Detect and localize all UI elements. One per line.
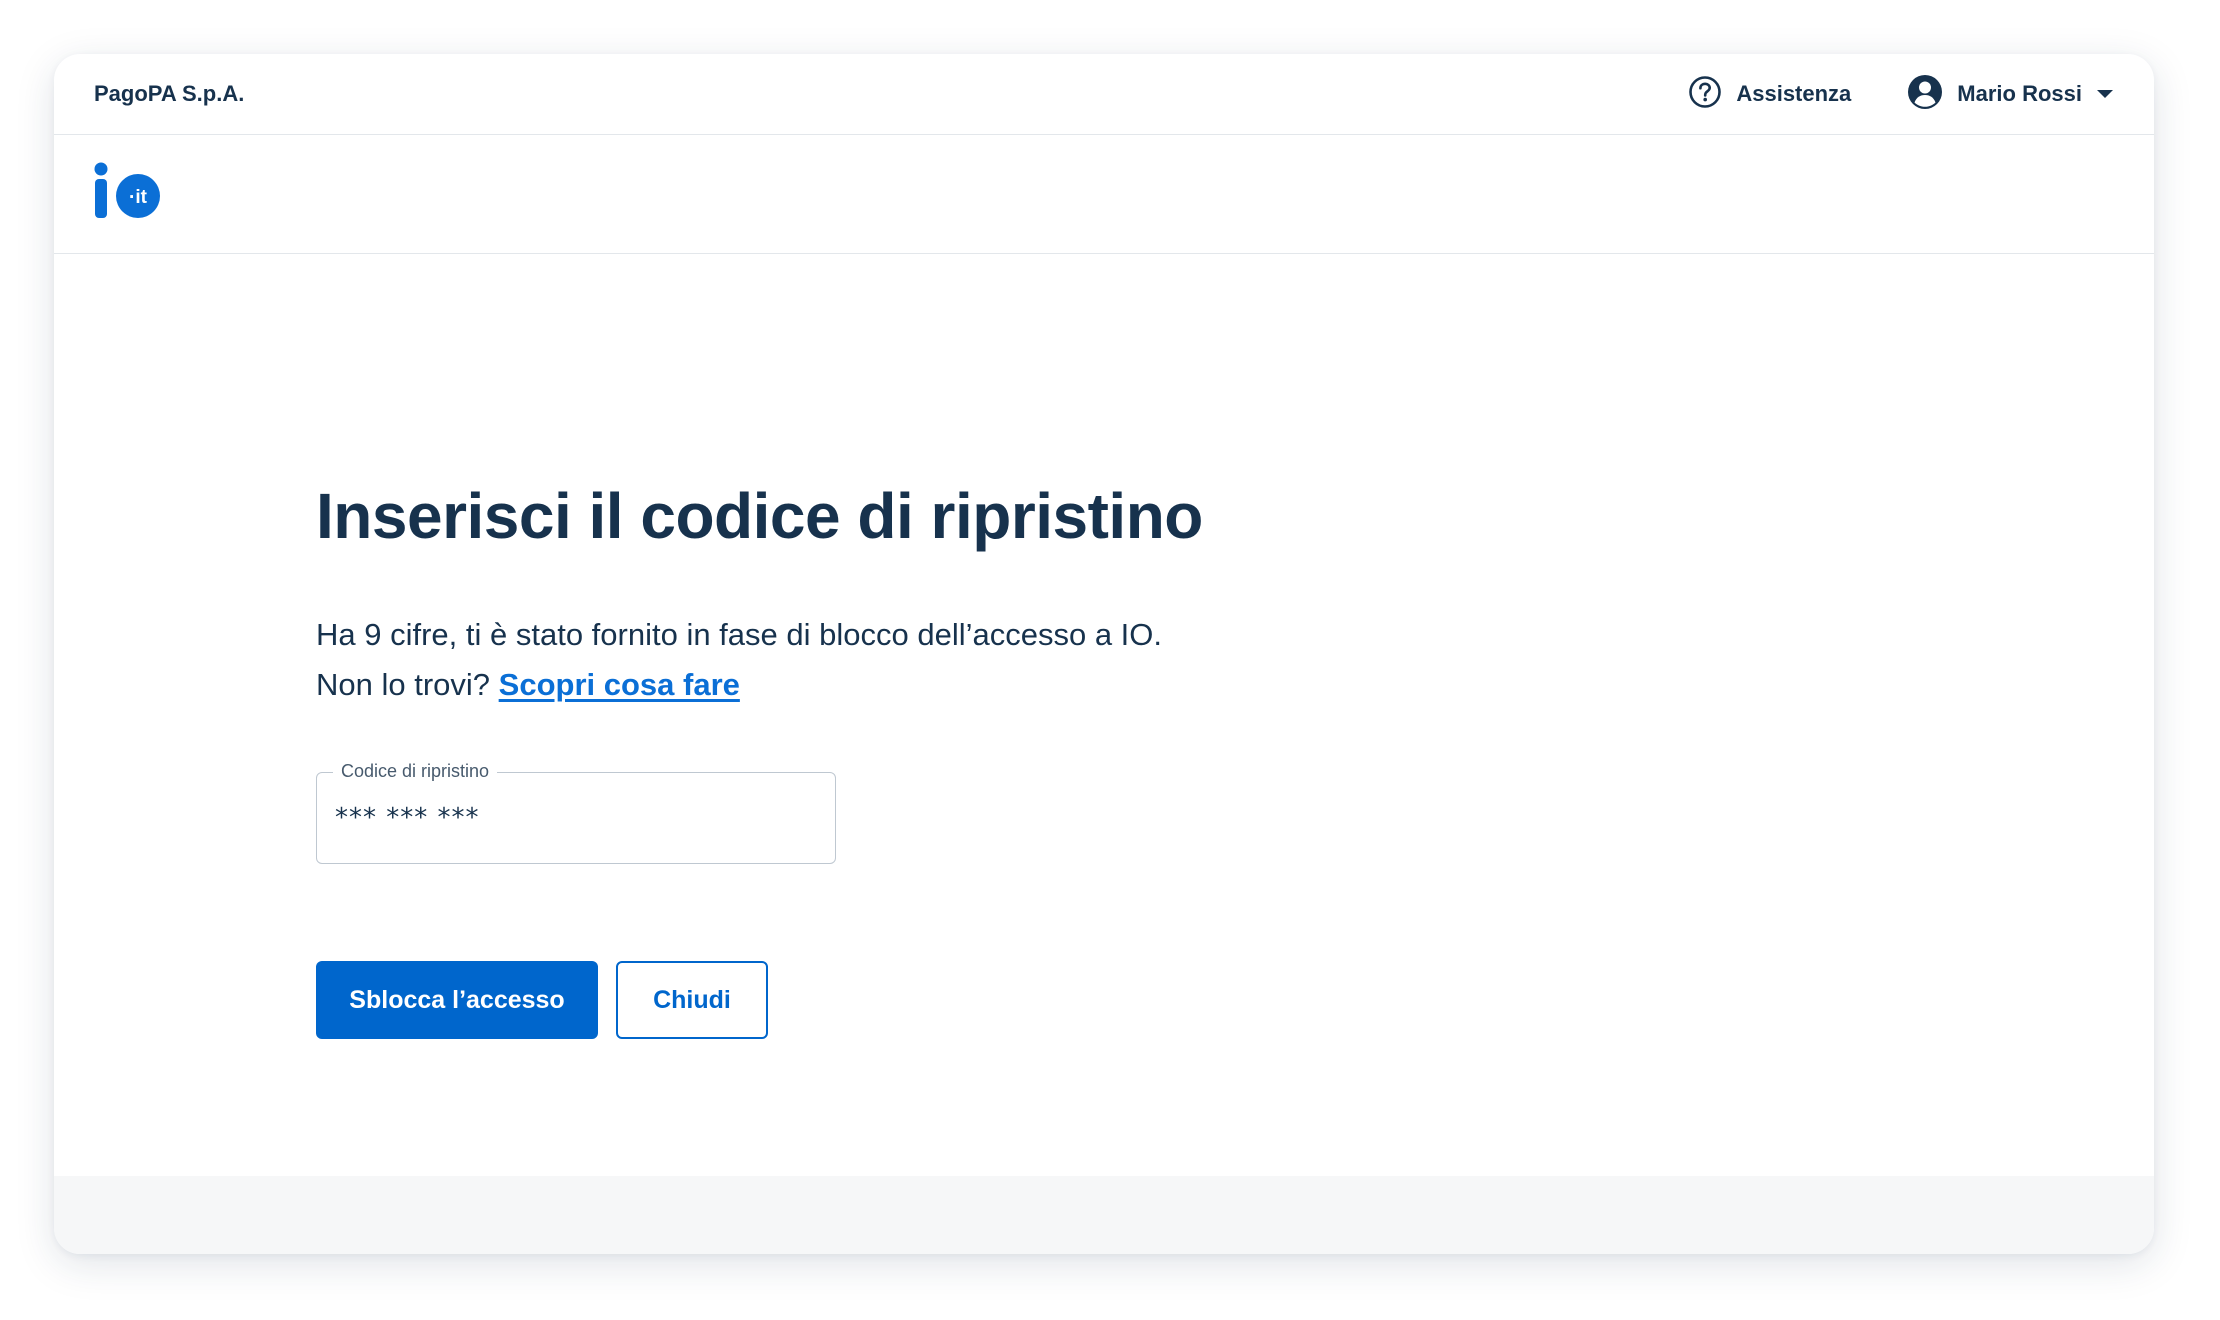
top-bar: PagoPA S.p.A. Assistenza Mario Rossi [54, 54, 2154, 135]
chevron-down-icon [2096, 89, 2114, 99]
help-button[interactable]: Assistenza [1688, 75, 1851, 114]
help-link[interactable]: Scopri cosa fare [499, 667, 740, 702]
org-name[interactable]: PagoPA S.p.A. [94, 81, 244, 107]
user-name: Mario Rossi [1957, 81, 2082, 106]
page-title: Inserisci il codice di ripristino [316, 480, 1203, 552]
top-bar-actions: Assistenza Mario Rossi [1688, 74, 2114, 115]
brand-header: ·it [54, 135, 2154, 254]
footer-bar [54, 1176, 2154, 1254]
user-menu[interactable]: Mario Rossi [1907, 74, 2114, 115]
logo-text: ·it [129, 187, 148, 208]
recovery-code-field[interactable]: Codice di ripristino [316, 761, 836, 864]
page-description: Ha 9 cifre, ti è stato fornito in fase d… [316, 610, 1416, 710]
description-line-1: Ha 9 cifre, ti è stato fornito in fase d… [316, 617, 1163, 652]
description-prefix: Non lo trovi? [316, 667, 491, 702]
recovery-code-label: Codice di ripristino [333, 761, 498, 782]
recovery-code-input[interactable] [335, 793, 815, 843]
unlock-access-button[interactable]: Sblocca l’accesso [316, 961, 598, 1039]
help-icon [1688, 75, 1722, 114]
app-window: PagoPA S.p.A. Assistenza Mario Rossi ·it… [54, 54, 2154, 1254]
help-label: Assistenza [1736, 81, 1852, 106]
close-button[interactable]: Chiudi [616, 961, 768, 1039]
io-it-logo-icon[interactable]: ·it [94, 162, 164, 227]
description-line-2: Non lo trovi? Scopri cosa fare [316, 660, 1416, 710]
user-avatar-icon [1907, 74, 1943, 115]
